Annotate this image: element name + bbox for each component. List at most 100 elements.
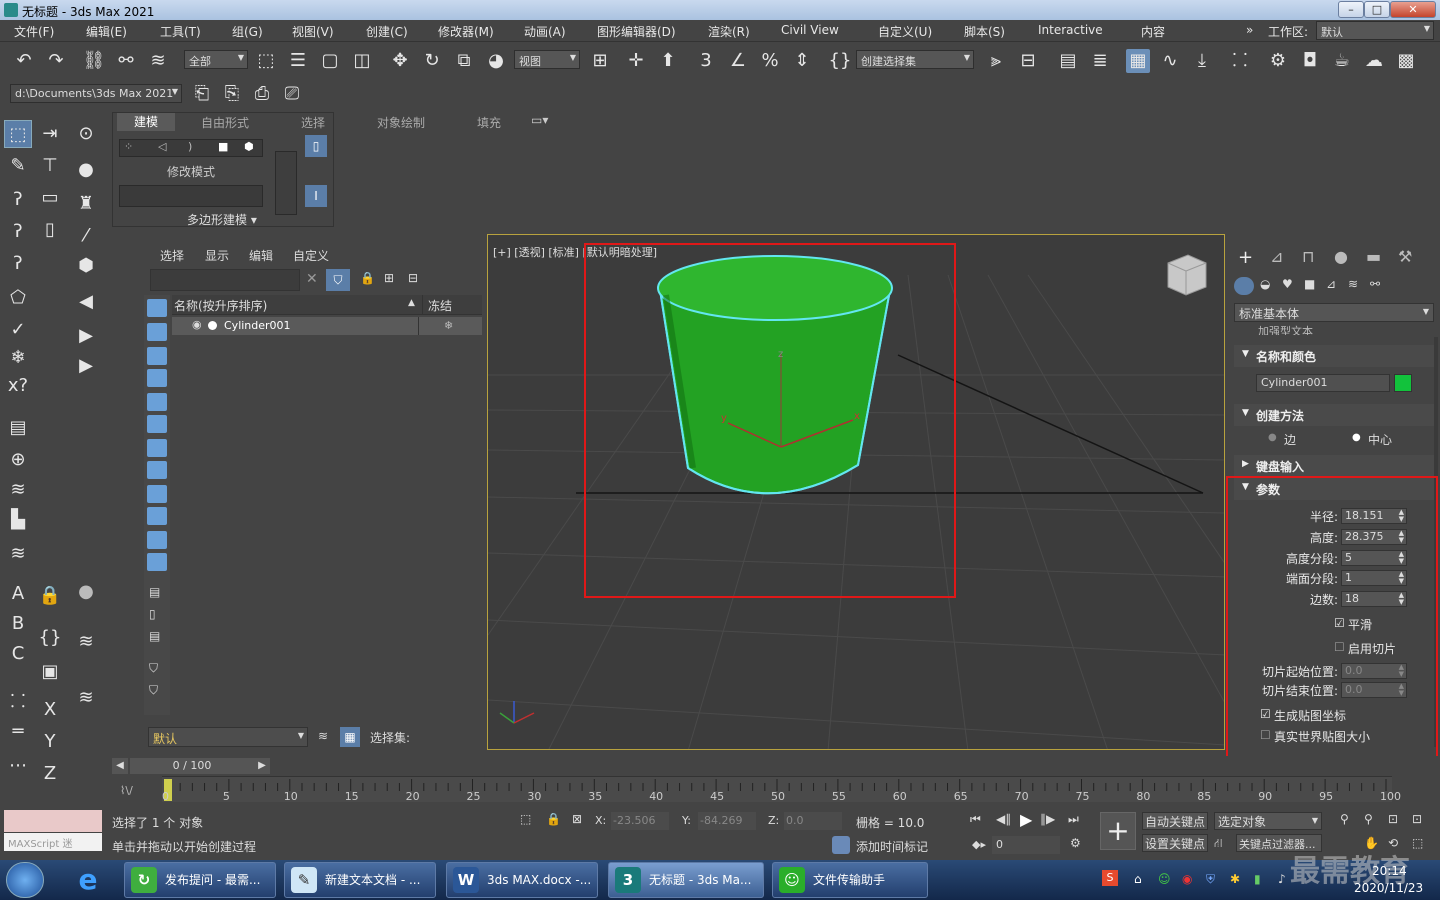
fence-icon[interactable]: ʔ (4, 218, 32, 246)
tray-wechat-icon[interactable]: ☺ (1158, 872, 1171, 886)
project-open-icon[interactable]: ⎗ (190, 82, 214, 106)
time-config-icon[interactable]: ⚙ (1070, 836, 1081, 850)
spacewarps-create-icon[interactable]: ≋ (1348, 277, 1358, 291)
wand-icon[interactable]: ⁄ (72, 222, 100, 250)
xrefs-filter-icon[interactable] (147, 461, 167, 479)
align-icon[interactable]: ⊟ (1016, 49, 1040, 73)
project-folder-dropdown[interactable]: d:\Documents\3ds Max 2021 ▼ (10, 84, 182, 103)
layer-stack-icon[interactable]: ≋ (4, 540, 32, 568)
ribbon-tab-freeform[interactable]: 自由形式 (201, 114, 249, 131)
object-name-field[interactable]: Cylinder001 (1256, 374, 1390, 392)
menu-civil-view[interactable]: Civil View (781, 23, 839, 37)
shapes-icon[interactable]: ● (72, 156, 100, 184)
rotate-icon[interactable]: ↻ (420, 49, 444, 73)
geometry-icon[interactable] (1234, 277, 1254, 295)
lights-create-icon[interactable]: ♥ (1282, 277, 1293, 291)
arrow-right-icon[interactable]: ▶ (72, 322, 100, 350)
add-layer-icon[interactable]: ⊕ (4, 446, 32, 474)
selection-set-icon[interactable]: ▦ (340, 727, 360, 747)
text-a-icon[interactable]: A (4, 580, 32, 608)
zoom-icon[interactable]: ⚲ (1340, 812, 1349, 826)
helpers-filter-icon[interactable] (147, 393, 167, 411)
tray-volume-icon[interactable]: ♪ (1278, 872, 1286, 886)
hierarchy-icon[interactable]: ⊞ (384, 271, 394, 285)
render-dot-icon[interactable] (208, 321, 217, 330)
close-button[interactable]: ✕ (1390, 1, 1436, 18)
paint-select-icon[interactable]: ✎ (4, 152, 32, 180)
shirt-icon[interactable]: ♜ (72, 190, 100, 218)
partial-object-type[interactable]: 加强型文本 (1258, 323, 1313, 335)
table-icon[interactable]: ⊤ (36, 152, 64, 180)
layers-toggle-icon[interactable]: ⊟ (408, 271, 418, 285)
invert-filter-icon[interactable]: ▤ (149, 629, 160, 643)
menu-modifiers[interactable]: 修改器(M) (438, 23, 494, 40)
task-baidu-zhidao[interactable]: ↻ 发布提问 - 最需... (124, 862, 276, 898)
set-key-big-icon[interactable]: + (1100, 812, 1136, 850)
ribbon-options-icon[interactable]: ▭▾ (531, 113, 548, 127)
scale-icon[interactable]: ⧉ (452, 49, 476, 73)
move-icon[interactable]: ✥ (388, 49, 412, 73)
sheet-icon[interactable]: ▭ (36, 184, 64, 212)
menu-interactive[interactable]: Interactive (1038, 23, 1103, 37)
funnel-icon[interactable]: ⛉ (149, 683, 158, 698)
play-cam-icon[interactable]: ◀ (72, 288, 100, 316)
hierarchy-tab-icon[interactable]: ⊓ (1302, 247, 1314, 266)
time-next-icon[interactable]: ▶ (254, 758, 270, 774)
menu-animation[interactable]: 动画(A) (524, 23, 566, 40)
window-crossing-icon[interactable]: ◫ (350, 49, 374, 73)
menu-tools[interactable]: 工具(T) (160, 23, 201, 40)
rect-selection-icon[interactable]: ▢ (318, 49, 342, 73)
axis-y-icon[interactable]: Y (36, 728, 64, 756)
spinner-snap-icon[interactable]: ⇕ (790, 49, 814, 73)
maxscript-listener[interactable] (4, 810, 102, 832)
ribbon-tab-modeling[interactable]: 建模 (117, 113, 175, 131)
curve-editor-icon[interactable]: ∿ (1158, 49, 1182, 73)
camera-lens-icon[interactable]: ⊙ (72, 120, 100, 148)
ribbon-tab-object-paint[interactable]: 对象绘制 (377, 114, 425, 131)
motion-tab-icon[interactable]: ● (1334, 247, 1348, 266)
render-cloud-icon[interactable]: ☁ (1362, 49, 1386, 73)
containers-filter-icon[interactable] (147, 507, 167, 525)
edit-named-selection-icon[interactable]: {} (828, 49, 852, 73)
next-frame-icon[interactable]: ∥▶ (1040, 812, 1055, 826)
mirror-icon[interactable]: ⫸ (984, 49, 1008, 73)
systems-create-icon[interactable]: ⚯ (1370, 277, 1380, 291)
axis-x-icon[interactable]: X (36, 696, 64, 724)
all-filter-icon[interactable]: ▤ (149, 585, 160, 599)
border-icon[interactable]: ) (188, 140, 192, 153)
visibility-eye-icon[interactable]: ◉ (192, 318, 202, 331)
clock-date[interactable]: 2020/11/23 (1354, 881, 1423, 895)
selection-filter-dropdown[interactable]: 全部 ▼ (184, 50, 248, 69)
freeze-toggle-icon[interactable]: ❄ (444, 319, 453, 332)
clock-time[interactable]: 20:14 (1372, 864, 1407, 878)
stack-icon[interactable]: ≋ (72, 628, 100, 656)
menu-edit[interactable]: 编辑(E) (86, 23, 127, 40)
project-folder-icon[interactable]: ⎚ (280, 82, 304, 106)
rendered-frame-icon[interactable]: ◘ (1298, 49, 1322, 73)
time-slider[interactable]: 0 / 100 (130, 758, 254, 774)
element-icon[interactable]: ⬢ (244, 140, 254, 153)
object-color-swatch[interactable] (1394, 374, 1412, 392)
select-rect-icon[interactable]: ▙ (4, 506, 32, 534)
filter-icon[interactable]: ⛉ (326, 269, 350, 291)
zoom-extents-icon[interactable]: ⊡ (1388, 812, 1398, 826)
curve-toggle-icon[interactable]: ⌇\/ (120, 784, 133, 797)
internet-explorer-icon[interactable]: e (72, 864, 104, 896)
table-row[interactable]: ◉ Cylinder001 ❄ (172, 317, 482, 335)
freeze-icon[interactable]: ❄ (4, 344, 32, 372)
task-word-doc[interactable]: W 3ds MAX.docx -... (446, 862, 598, 898)
tray-security-icon[interactable]: ◉ (1182, 872, 1192, 886)
geometry-filter-icon[interactable] (147, 299, 167, 317)
stack-gear-icon[interactable]: ≋ (72, 684, 100, 712)
menu-create[interactable]: 创建(C) (366, 23, 408, 40)
manipulate-icon[interactable]: ✛ (624, 49, 648, 73)
key-target-dropdown[interactable]: 选定对象 ▼ (1214, 812, 1322, 830)
menu-file[interactable]: 文件(F) (14, 23, 54, 40)
play-icon[interactable]: ▶ (1020, 810, 1032, 829)
dots-icon[interactable]: ⋯ (4, 752, 32, 780)
lasso-icon[interactable]: ʔ (4, 186, 32, 214)
maximize-button[interactable]: □ (1364, 1, 1390, 18)
tray-app-icon[interactable]: ✱ (1230, 872, 1240, 886)
edge-icon[interactable]: ◁ (158, 140, 166, 153)
select-tool-icon[interactable]: ⬚ (4, 120, 32, 148)
